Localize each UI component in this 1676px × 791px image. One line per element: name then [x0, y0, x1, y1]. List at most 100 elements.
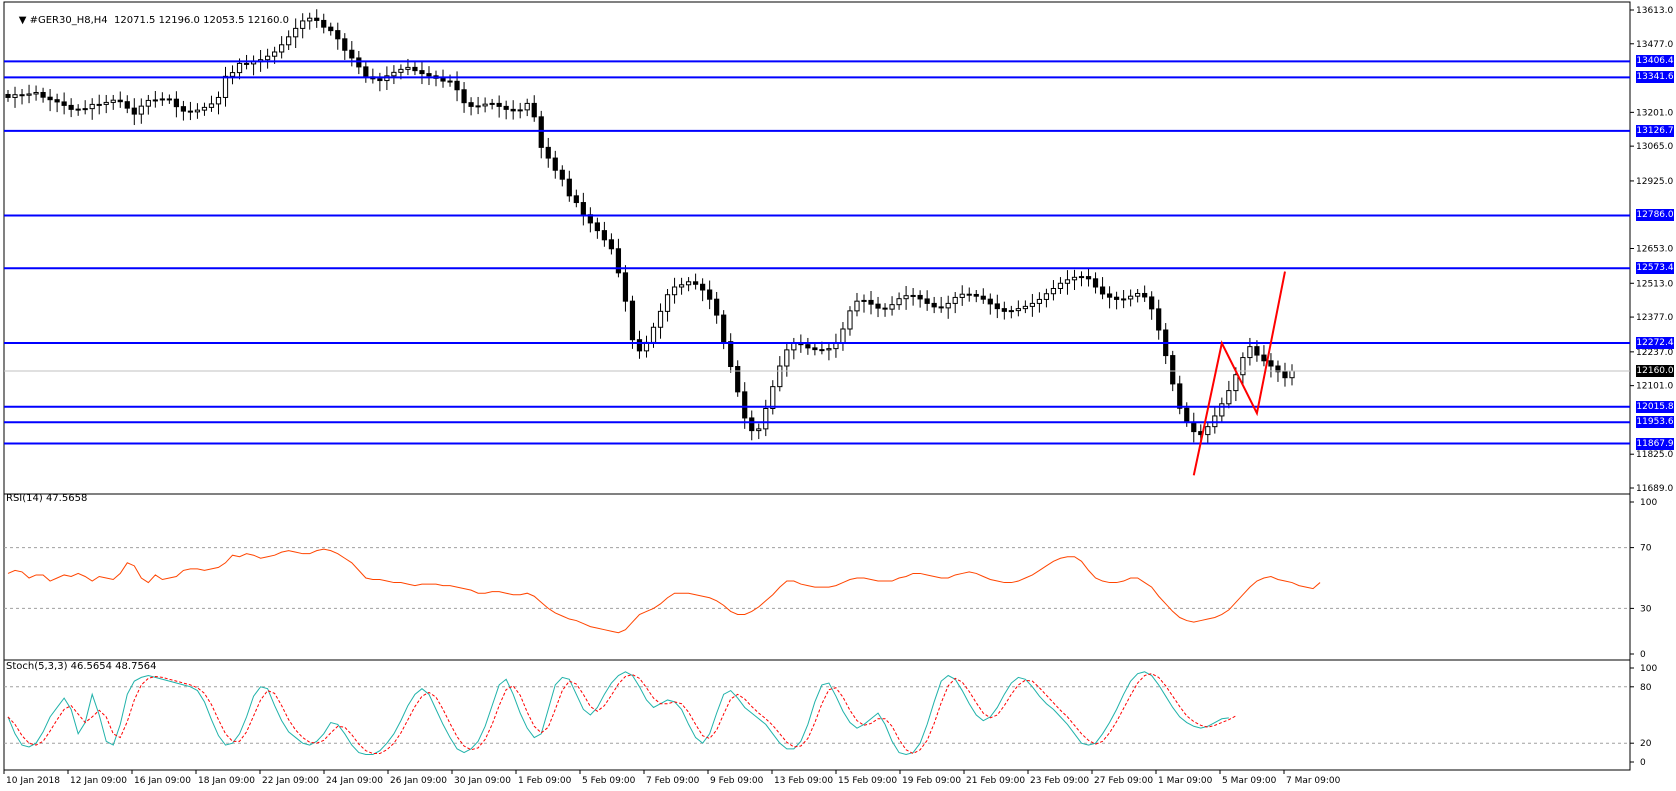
candle-body: [236, 62, 243, 74]
candle-body: [391, 71, 397, 77]
candle-body: [980, 295, 986, 300]
candle-body: [475, 105, 481, 108]
candle-body: [496, 102, 502, 107]
candle-body: [882, 307, 888, 310]
ohlc-label: 12071.5 12196.0 12053.5 12160.0: [114, 15, 289, 26]
time-axis-label: 5 Feb 09:00: [582, 776, 636, 786]
candle-body: [629, 300, 636, 341]
time-axis-label: 30 Jan 09:00: [454, 776, 511, 786]
candle-body: [812, 347, 818, 351]
candle-body: [742, 391, 748, 419]
candle-body: [559, 169, 565, 180]
candle-body: [47, 96, 53, 101]
time-axis-label: 22 Jan 09:00: [262, 776, 319, 786]
price-axis-label: 11825.0: [1636, 450, 1673, 460]
candle-body: [286, 36, 292, 46]
candle-body: [412, 66, 418, 72]
candle-body: [524, 102, 530, 111]
candle-body: [1191, 421, 1197, 433]
candle-body: [966, 293, 972, 296]
candle-body: [1240, 357, 1246, 376]
time-axis-label: 26 Jan 09:00: [390, 776, 447, 786]
level-tag: 11867.9: [1636, 437, 1674, 450]
candle-body: [1022, 305, 1028, 310]
candle-body: [749, 417, 755, 432]
candle-body: [1226, 390, 1232, 405]
candle-body: [110, 99, 116, 103]
level-tag: 12015.8: [1636, 400, 1674, 413]
candle-body: [26, 93, 32, 96]
candle-body: [145, 99, 151, 107]
candle-body: [594, 222, 600, 232]
candle-body: [903, 295, 909, 300]
level-tag: 12573.4: [1636, 262, 1674, 275]
candle-body: [447, 80, 453, 83]
candle-body: [910, 294, 916, 297]
level-tag: 13406.4: [1636, 55, 1674, 68]
chart-menu-icon[interactable]: ▼: [19, 15, 27, 26]
candle-body: [531, 102, 537, 118]
candle-body: [945, 302, 951, 309]
candle-body: [363, 66, 369, 78]
level-tag: 13126.7: [1636, 124, 1674, 137]
candle-body: [208, 103, 215, 108]
price-axis-label: 13065.0: [1636, 142, 1673, 152]
rsi-axis-label: 0: [1640, 650, 1646, 660]
time-axis-label: 27 Feb 09:00: [1094, 776, 1153, 786]
chart-canvas[interactable]: 13613.0 13477.0 13201.0 13065.0 12925.0 12653…: [0, 0, 1676, 787]
price-axis-label: 13477.0: [1636, 40, 1673, 50]
candle-body: [777, 365, 783, 388]
time-axis-label: 5 Mar 09:00: [1222, 776, 1277, 786]
candle-body: [1184, 407, 1190, 423]
candle-body: [243, 62, 250, 65]
candle-body: [700, 283, 706, 291]
candle-body: [377, 78, 383, 82]
candle-body: [770, 386, 776, 409]
candle-body: [861, 299, 867, 302]
candle-body: [314, 17, 320, 21]
candle-body: [328, 26, 334, 32]
candle-body: [482, 103, 488, 107]
candle-body: [805, 344, 811, 349]
candle-body: [1085, 276, 1092, 280]
candle-body: [272, 51, 278, 57]
candle-body: [671, 286, 678, 296]
time-axis-label: 16 Jan 09:00: [134, 776, 191, 786]
candle-body: [924, 298, 930, 304]
trading-chart[interactable]: 13613.0 13477.0 13201.0 13065.0 12925.0 12653…: [0, 0, 1676, 787]
candle-body: [1128, 295, 1134, 300]
candle-body: [89, 103, 95, 110]
candle-body: [356, 57, 362, 68]
candle-body: [510, 108, 516, 112]
candle-body: [889, 304, 895, 310]
candle-body: [854, 300, 860, 312]
candle-body: [166, 98, 172, 101]
time-axis-label: 7 Feb 09:00: [646, 776, 700, 786]
candle-body: [868, 299, 874, 305]
candle-body: [419, 70, 425, 75]
candle-body: [279, 44, 285, 53]
candle-body: [721, 314, 727, 343]
candle-body: [61, 101, 67, 106]
candle-body: [664, 294, 671, 312]
candle-body: [124, 101, 130, 109]
candle-body: [987, 298, 993, 305]
candle-body: [138, 105, 144, 115]
candle-body: [454, 80, 460, 91]
candle-body: [349, 49, 355, 59]
candle-body: [636, 339, 643, 352]
candle-body: [1177, 383, 1183, 409]
candle-body: [566, 178, 572, 197]
candle-body: [994, 303, 1000, 310]
candle-body: [180, 106, 187, 112]
price-axis-label: 12377.0: [1636, 313, 1673, 323]
candle-body: [917, 294, 923, 300]
time-axis-label: 1 Mar 09:00: [1158, 776, 1213, 786]
candle-body: [82, 108, 88, 111]
candle-body: [12, 94, 18, 98]
candle-body: [40, 91, 46, 98]
candle-body: [1092, 278, 1099, 288]
candle-body: [693, 281, 699, 285]
candle-body: [1268, 360, 1274, 367]
time-axis-label: 23 Feb 09:00: [1030, 776, 1089, 786]
